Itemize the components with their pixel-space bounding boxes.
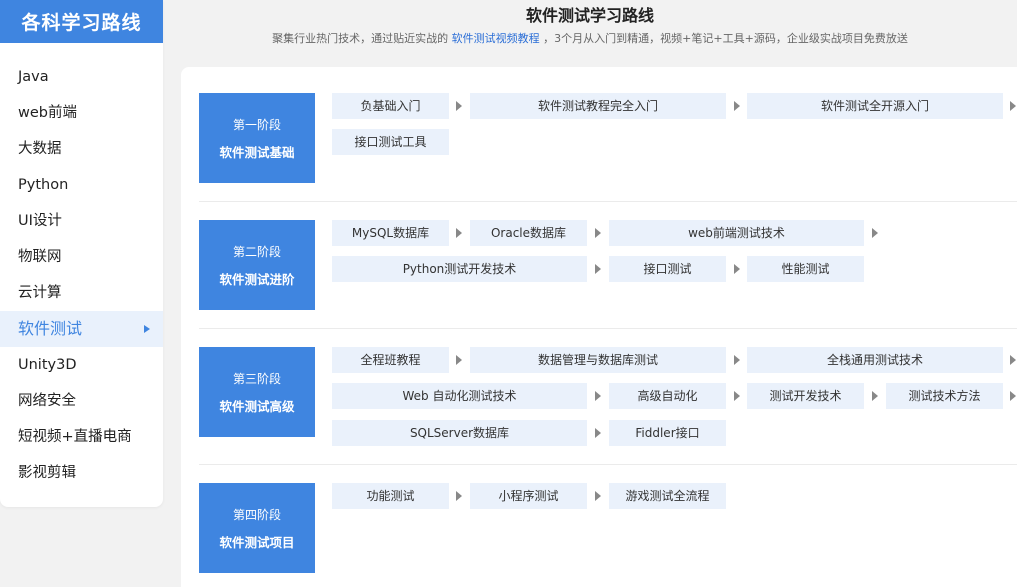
course-item[interactable]: 负基础入门 (332, 93, 449, 119)
stage-number: 第一阶段 (232, 117, 281, 132)
sidebar-item-short-video[interactable]: 短视频+直播电商 (0, 419, 163, 455)
subtitle-text-after: ，3个月从入门到精通，视频+笔记+工具+源码，企业级实战项目免费放送 (539, 32, 908, 45)
arrow-right-icon (456, 228, 462, 238)
stage-divider (199, 201, 1017, 202)
arrow-right-icon (872, 228, 878, 238)
sidebar-item-python[interactable]: Python (0, 167, 163, 203)
arrow-right-icon (1010, 101, 1016, 111)
course-item[interactable]: 数据管理与数据库测试 (470, 347, 726, 373)
sidebar: 各科学习路线 Java web前端 大数据 Python UI设计 物联网 云计… (0, 0, 163, 507)
page-title: 软件测试学习路线 (525, 6, 654, 25)
course-item[interactable]: 全程班教程 (332, 347, 449, 373)
sidebar-item-cloud[interactable]: 云计算 (0, 275, 163, 311)
course-item[interactable]: 接口测试工具 (332, 129, 449, 155)
stage-name: 软件测试项目 (219, 534, 295, 550)
stage-name: 软件测试高级 (219, 398, 295, 414)
stage-number: 第二阶段 (232, 244, 281, 259)
arrow-right-icon (734, 355, 740, 365)
arrow-right-icon (734, 264, 740, 274)
course-item[interactable]: 全栈通用测试技术 (747, 347, 1003, 373)
course-item[interactable]: 测试开发技术 (747, 383, 864, 409)
subtitle-text-before: 聚集行业热门技术，通过贴近实战的 (272, 32, 452, 45)
course-item[interactable]: 测试技术方法 (886, 383, 1003, 409)
stage-1-box: 第一阶段 软件测试基础 (199, 93, 315, 183)
course-item[interactable]: Python测试开发技术 (332, 256, 587, 282)
course-item[interactable]: Web 自动化测试技术 (332, 383, 587, 409)
stage-name: 软件测试进阶 (219, 271, 295, 287)
arrow-right-icon (1010, 355, 1016, 365)
course-item[interactable]: SQLServer数据库 (332, 420, 587, 446)
course-item[interactable]: 接口测试 (609, 256, 726, 282)
stage-name: 软件测试基础 (219, 144, 295, 160)
arrow-right-icon (456, 101, 462, 111)
sidebar-title: 各科学习路线 (0, 0, 163, 43)
course-item[interactable]: 高级自动化 (609, 383, 726, 409)
sidebar-item-unity3d[interactable]: Unity3D (0, 347, 163, 383)
course-item[interactable]: 游戏测试全流程 (609, 483, 726, 509)
stage-2-box: 第二阶段 软件测试进阶 (199, 220, 315, 310)
sidebar-item-label: 软件测试 (18, 319, 83, 338)
arrow-right-icon (1010, 391, 1016, 401)
stage-4-box: 第四阶段 软件测试项目 (199, 483, 315, 573)
course-item[interactable]: 功能测试 (332, 483, 449, 509)
sidebar-item-ui-design[interactable]: UI设计 (0, 203, 163, 239)
course-item[interactable]: 小程序测试 (470, 483, 587, 509)
arrow-right-icon (734, 391, 740, 401)
sidebar-item-java[interactable]: Java (0, 59, 163, 95)
page-subtitle: 聚集行业热门技术，通过贴近实战的 软件测试视频教程 ，3个月从入门到精通，视频+… (163, 30, 1017, 46)
course-item[interactable]: 软件测试全开源入门 (747, 93, 1003, 119)
course-item[interactable]: MySQL数据库 (332, 220, 449, 246)
course-item[interactable]: 性能测试 (747, 256, 864, 282)
stage-number: 第三阶段 (232, 371, 281, 386)
course-item[interactable]: Oracle数据库 (470, 220, 587, 246)
course-item[interactable]: Fiddler接口 (609, 420, 726, 446)
arrow-right-icon (734, 101, 740, 111)
sidebar-item-web-frontend[interactable]: web前端 (0, 95, 163, 131)
course-item[interactable]: 软件测试教程完全入门 (470, 93, 726, 119)
arrow-right-icon (595, 391, 601, 401)
stage-divider (199, 464, 1017, 465)
caret-right-icon (144, 325, 150, 333)
arrow-right-icon (595, 228, 601, 238)
arrow-right-icon (595, 428, 601, 438)
sidebar-item-video-editing[interactable]: 影视剪辑 (0, 455, 163, 491)
subtitle-link[interactable]: 软件测试视频教程 (452, 32, 540, 45)
course-item[interactable]: web前端测试技术 (609, 220, 864, 246)
arrow-right-icon (872, 391, 878, 401)
stage-number: 第四阶段 (232, 507, 281, 522)
arrow-right-icon (456, 355, 462, 365)
arrow-right-icon (595, 491, 601, 501)
arrow-right-icon (595, 264, 601, 274)
sidebar-item-big-data[interactable]: 大数据 (0, 131, 163, 167)
sidebar-item-iot[interactable]: 物联网 (0, 239, 163, 275)
sidebar-item-software-testing[interactable]: 软件测试 (0, 311, 163, 347)
stage-divider (199, 328, 1017, 329)
arrow-right-icon (456, 491, 462, 501)
sidebar-item-network-security[interactable]: 网络安全 (0, 383, 163, 419)
stage-3-box: 第三阶段 软件测试高级 (199, 347, 315, 437)
sidebar-list: Java web前端 大数据 Python UI设计 物联网 云计算 软件测试 … (0, 59, 163, 491)
